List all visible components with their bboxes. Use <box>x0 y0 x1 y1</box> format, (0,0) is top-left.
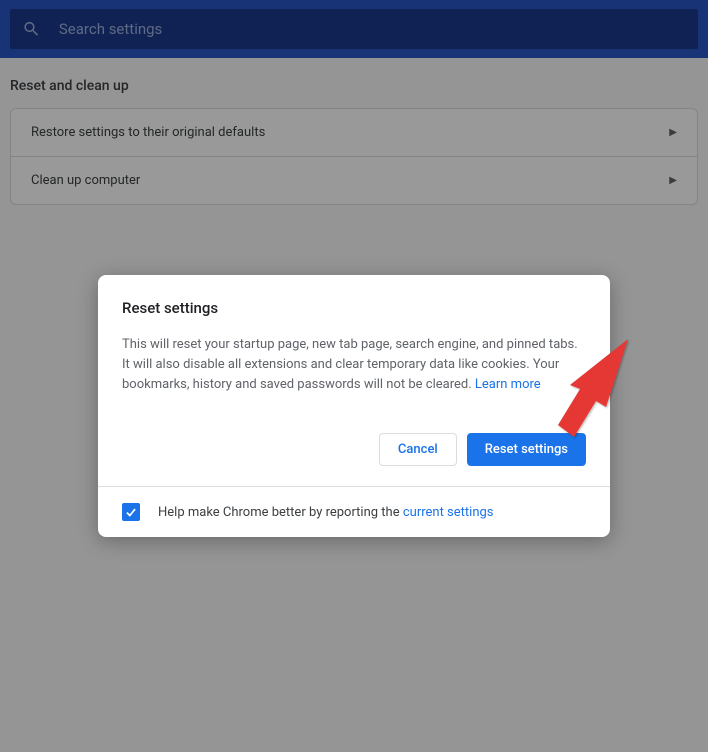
report-checkbox[interactable] <box>122 503 140 521</box>
checkmark-icon <box>124 505 138 519</box>
current-settings-link[interactable]: current settings <box>403 505 494 520</box>
footer-text: Help make Chrome better by reporting the… <box>158 505 494 520</box>
modal-overlay: Reset settings This will reset your star… <box>0 0 708 752</box>
dialog-actions: Cancel Reset settings <box>98 413 610 486</box>
footer-text-prefix: Help make Chrome better by reporting the <box>158 505 403 520</box>
dialog-text: This will reset your startup page, new t… <box>122 335 586 395</box>
cancel-button[interactable]: Cancel <box>379 433 457 466</box>
dialog-body: Reset settings This will reset your star… <box>98 275 610 419</box>
dialog-footer: Help make Chrome better by reporting the… <box>98 486 610 537</box>
dialog-title: Reset settings <box>122 299 586 317</box>
reset-settings-dialog: Reset settings This will reset your star… <box>98 275 610 537</box>
learn-more-link[interactable]: Learn more <box>475 377 541 392</box>
reset-settings-button[interactable]: Reset settings <box>467 433 586 466</box>
